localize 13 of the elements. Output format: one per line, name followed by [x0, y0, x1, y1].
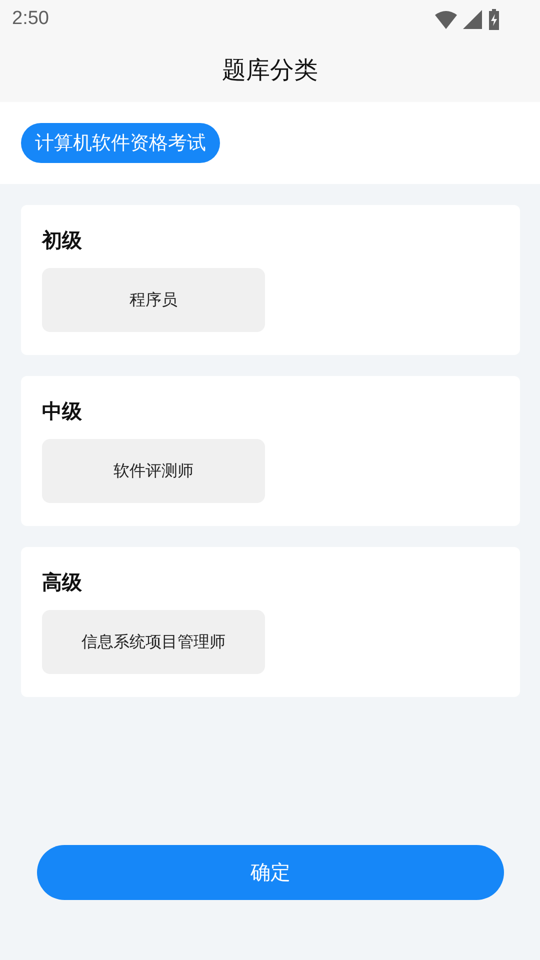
- confirm-button[interactable]: 确定: [37, 845, 504, 900]
- exam-option[interactable]: 程序员: [42, 268, 265, 332]
- level-title: 中级: [42, 398, 83, 425]
- signal-icon: [463, 10, 482, 28]
- level-title: 初级: [42, 227, 83, 254]
- page-title: 题库分类: [222, 55, 318, 86]
- level-title: 高级: [42, 569, 83, 596]
- category-tab[interactable]: 计算机软件资格考试: [21, 123, 220, 163]
- exam-option[interactable]: 信息系统项目管理师: [42, 610, 265, 674]
- wifi-icon: [435, 10, 457, 28]
- status-time: 2:50: [12, 8, 49, 30]
- battery-charging-icon: [488, 8, 500, 30]
- exam-option[interactable]: 软件评测师: [42, 439, 265, 503]
